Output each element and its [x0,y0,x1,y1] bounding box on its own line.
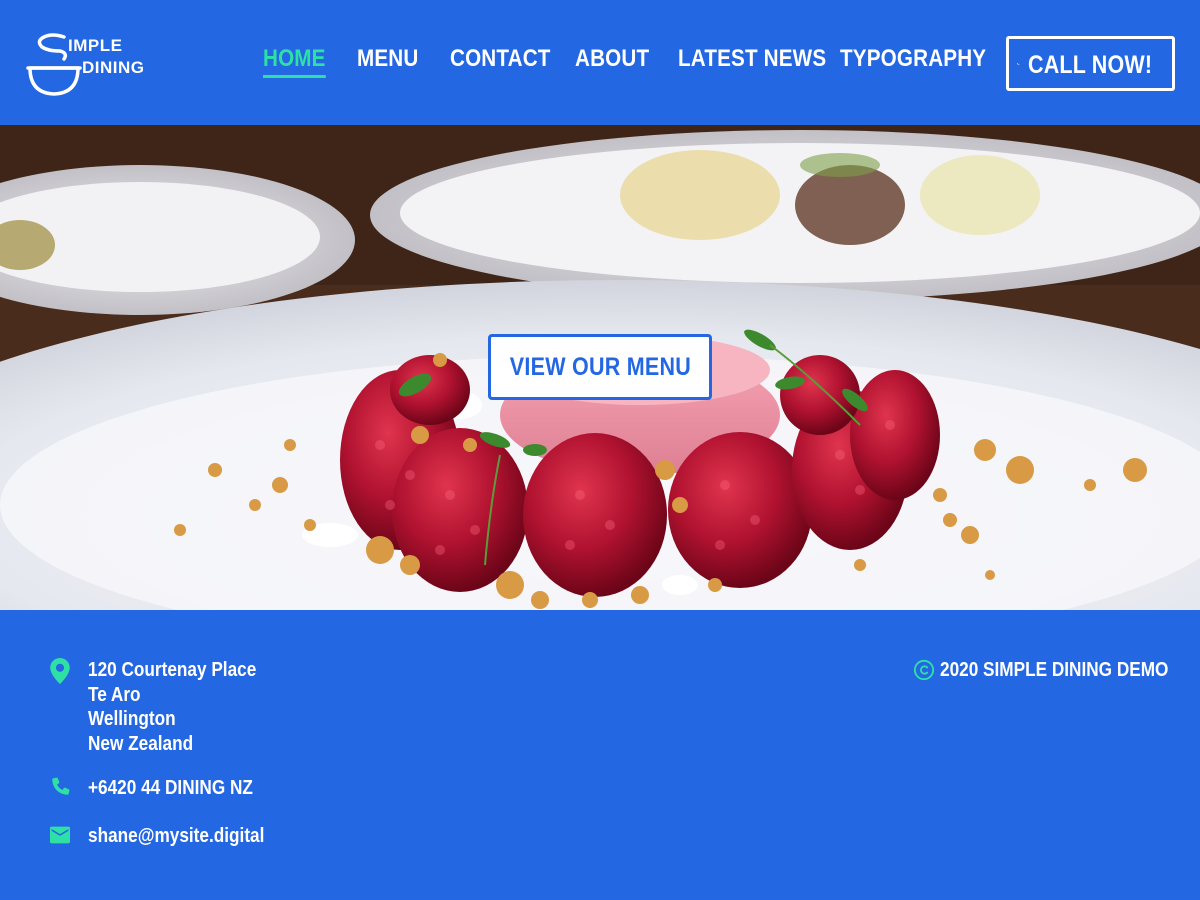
address-line-3: Wellington [88,708,176,730]
site-header: IMPLE DINING HOME MENU CONTACT ABOUT LAT… [0,0,1200,125]
logo-text-line2: DINING [82,58,145,77]
nav-item-menu[interactable]: MENU [357,44,418,74]
footer-address: 120 Courtenay Place Te Aro Wellington Ne… [88,658,256,756]
nav-item-latest-news[interactable]: LATEST NEWS [678,44,826,74]
call-now-label: CALL NOW! [1027,51,1152,79]
nav-item-typography[interactable]: TYPOGRAPHY [840,44,986,74]
nav-item-about[interactable]: ABOUT [575,44,649,74]
view-menu-button[interactable]: VIEW OUR MENU [488,334,712,400]
footer-copyright: 2020 SIMPLE DINING DEMO [940,659,1169,681]
address-line-1: 120 Courtenay Place [88,659,257,681]
hero-banner: VIEW OUR MENU [0,125,1200,610]
address-line-2: Te Aro [88,683,141,706]
view-menu-label: VIEW OUR MENU [509,352,691,381]
email-icon [50,826,70,844]
site-footer: 120 Courtenay Place Te Aro Wellington Ne… [0,610,1200,900]
copyright-icon [913,659,935,681]
site-logo[interactable]: IMPLE DINING [26,31,156,97]
call-now-button[interactable]: CALL NOW! [1006,36,1175,91]
phone-icon [52,777,70,795]
phone-icon [1017,62,1020,65]
footer-email-link[interactable]: shane@mysite.digital [88,824,264,849]
nav-item-home[interactable]: HOME [263,44,326,78]
map-pin-icon [50,658,70,684]
footer-phone[interactable]: +6420 44 DINING NZ [88,776,253,801]
logo-text-line1: IMPLE [68,36,123,55]
address-line-4: New Zealand [88,732,194,755]
nav-item-contact[interactable]: CONTACT [450,44,551,74]
